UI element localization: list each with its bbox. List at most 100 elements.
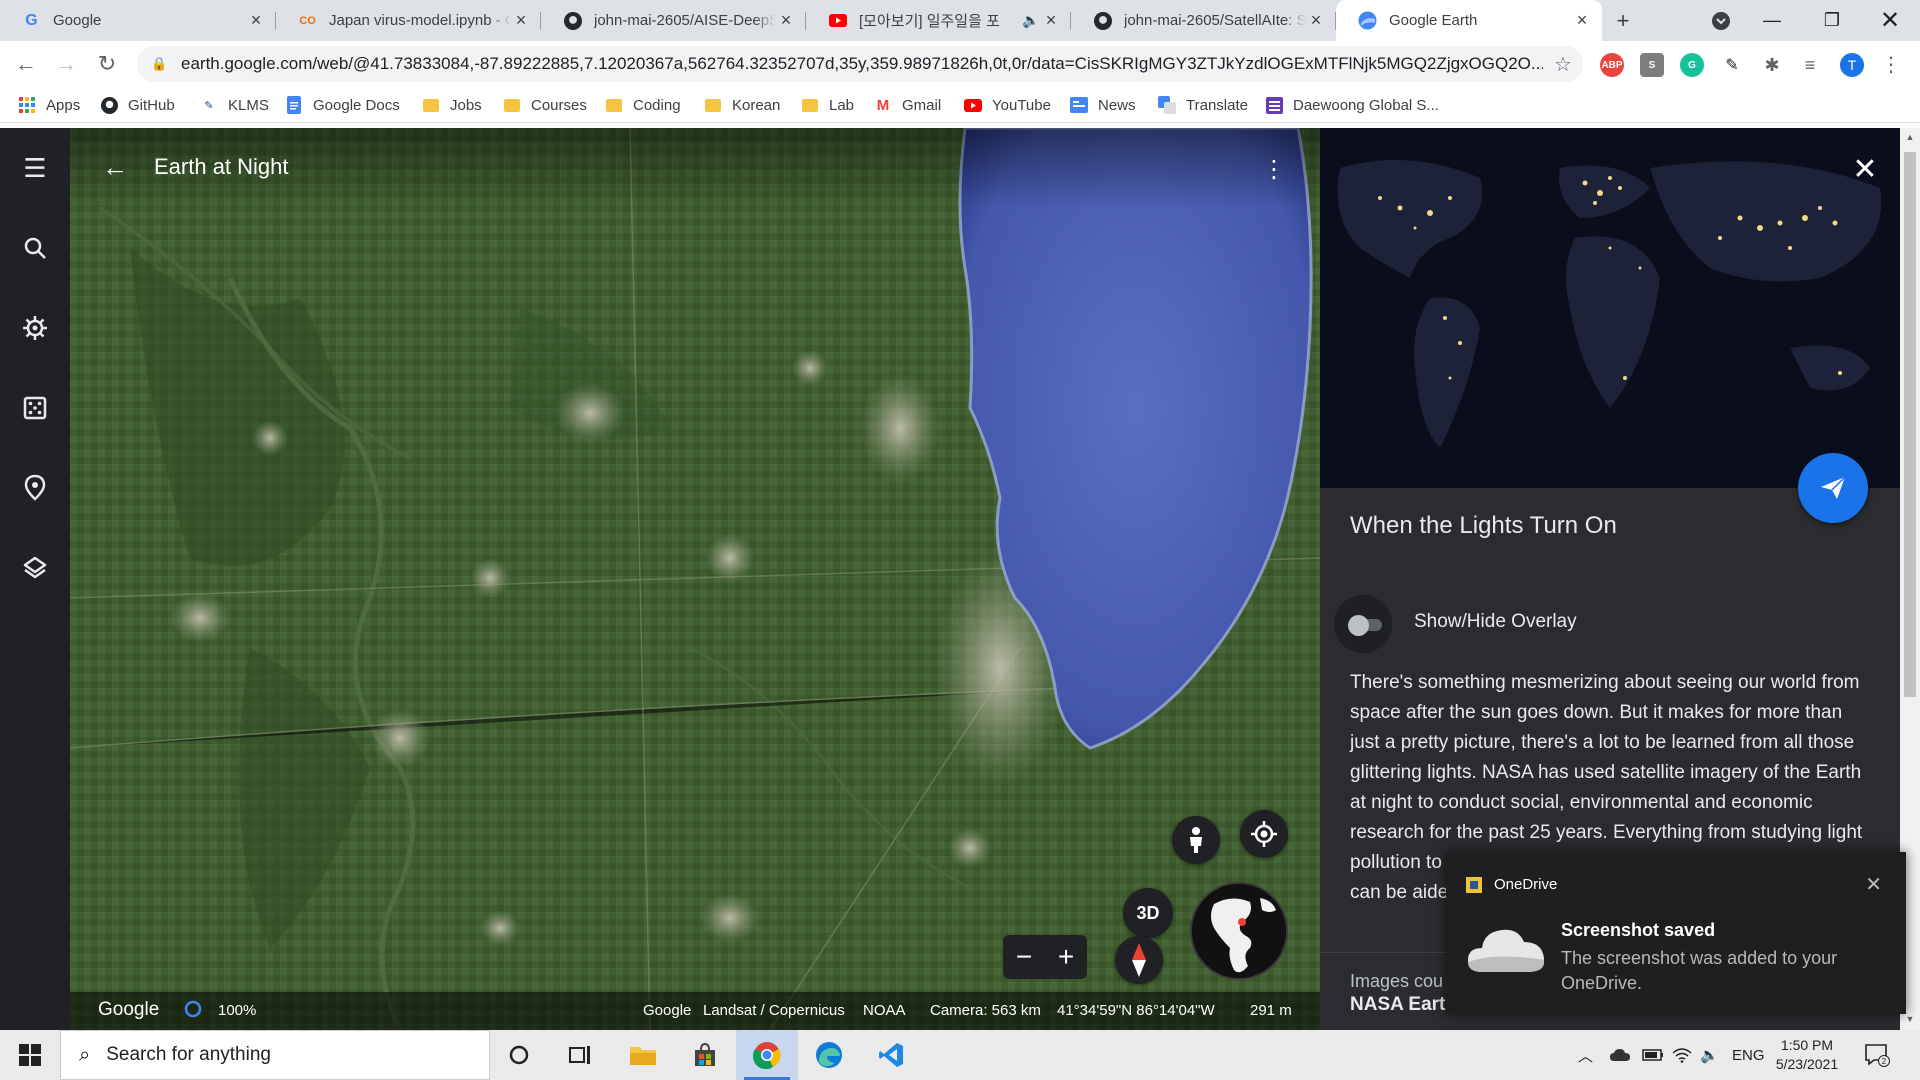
attribution-landsat[interactable]: Landsat / Copernicus [703, 1002, 845, 1019]
vscode-icon[interactable] [860, 1030, 922, 1080]
edge-icon[interactable] [798, 1030, 860, 1080]
projects-icon[interactable] [15, 468, 55, 508]
bookmark-translate[interactable]: Translate [1158, 87, 1248, 123]
tab-search-icon[interactable] [1708, 8, 1734, 34]
file-explorer-icon[interactable] [612, 1030, 674, 1080]
close-tab-icon[interactable]: × [511, 10, 531, 31]
tab-title: john-mai-2605/SatellAIte: S [1124, 12, 1306, 29]
cortana-icon[interactable] [488, 1030, 550, 1080]
new-tab-button[interactable]: + [1610, 8, 1636, 34]
bookmark-youtube[interactable]: YouTube [964, 87, 1051, 123]
mini-globe[interactable] [1190, 882, 1288, 980]
microsoft-store-icon[interactable] [674, 1030, 736, 1080]
address-bar[interactable]: 🔒 earth.google.com/web/@41.73833084,-87.… [137, 46, 1583, 82]
my-location-icon[interactable] [1240, 810, 1288, 858]
tab-google-earth[interactable]: Google Earth × [1336, 0, 1602, 41]
volume-icon[interactable]: 🔈 [1700, 1030, 1719, 1080]
back-arrow-icon[interactable]: ← [100, 152, 130, 182]
close-tab-icon[interactable]: × [246, 10, 266, 31]
extension-s-icon[interactable]: S [1640, 53, 1664, 77]
close-notification-icon[interactable]: ✕ [1865, 872, 1882, 897]
bookmark-klms[interactable]: ✎ KLMS [200, 87, 268, 123]
profile-avatar[interactable]: T [1840, 53, 1864, 77]
windows-start-icon[interactable] [0, 1030, 60, 1080]
adblock-plus-icon[interactable]: ABP [1600, 53, 1624, 77]
loading-ring-icon [184, 1000, 202, 1022]
search-icon[interactable] [15, 228, 55, 268]
scrollbar-thumb[interactable] [1904, 152, 1916, 697]
taskbar-search-box[interactable]: ⌕ Search for anything [60, 1030, 490, 1080]
tab-youtube[interactable]: [모아보기] 일주일을 포 🔈 × [806, 0, 1071, 41]
back-icon[interactable]: ← [11, 49, 41, 79]
battery-icon[interactable] [1642, 1030, 1664, 1080]
forward-icon[interactable]: → [51, 49, 81, 79]
bookmark-coding[interactable]: Coding [605, 87, 681, 123]
tab-github-satellaite[interactable]: john-mai-2605/SatellAIte: S × [1071, 0, 1336, 41]
close-tab-icon[interactable]: × [1306, 10, 1326, 31]
zoom-out-icon[interactable]: − [1016, 941, 1032, 973]
voyager-icon[interactable] [15, 308, 55, 348]
chrome-icon[interactable] [736, 1030, 798, 1080]
map-status-bar: Google 100% Google Landsat / Copernicus … [70, 992, 1320, 1030]
bookmark-github[interactable]: GitHub [100, 87, 175, 123]
audio-playing-icon[interactable]: 🔈 [1021, 11, 1041, 31]
bookmark-jobs[interactable]: Jobs [422, 87, 482, 123]
close-tab-icon[interactable]: × [1572, 10, 1592, 31]
scroll-up-icon[interactable]: ▲ [1903, 132, 1917, 142]
feeling-lucky-icon[interactable] [15, 388, 55, 428]
zoom-in-icon[interactable]: + [1058, 941, 1074, 973]
grammarly-icon[interactable]: G [1680, 53, 1704, 77]
browser-tab-strip: G Google × CO Japan virus-model.ipynb - … [0, 0, 1920, 41]
taskbar-clock[interactable]: 1:50 PM 5/23/2021 [1762, 1036, 1852, 1074]
restore-icon[interactable]: ❐ [1804, 0, 1860, 41]
google-translate-icon [1158, 96, 1176, 114]
bookmark-lab[interactable]: Lab [801, 87, 854, 123]
windows-taskbar: ⌕ Search for anything ︿ 🔈 ENG 1:50 PM 5/… [0, 1030, 1920, 1080]
tab-google[interactable]: G Google × [0, 0, 276, 41]
google-docs-icon [285, 96, 303, 114]
input-language[interactable]: ENG [1732, 1030, 1765, 1080]
reading-list-icon[interactable]: ≡ [1798, 53, 1822, 77]
onedrive-notification[interactable]: OneDrive ✕ Screenshot saved The screensh… [1446, 852, 1906, 1014]
more-options-icon[interactable]: ⋮ [1262, 154, 1286, 184]
bookmark-label: Apps [46, 96, 81, 114]
minimize-icon[interactable]: — [1744, 0, 1800, 41]
tab-colab[interactable]: CO Japan virus-model.ipynb - Colaborator… [276, 0, 541, 41]
bookmark-star-icon[interactable]: ☆ [1543, 52, 1583, 77]
bookmark-courses[interactable]: Courses [503, 87, 587, 123]
chrome-menu-icon[interactable]: ⋮ [1876, 49, 1906, 79]
task-view-icon[interactable] [550, 1030, 612, 1080]
overlay-toggle[interactable] [1334, 595, 1392, 653]
share-send-icon[interactable] [1798, 453, 1868, 523]
handwriting-icon[interactable]: ✎ [1720, 53, 1744, 77]
bookmark-daewoong[interactable]: Daewoong Global S... [1265, 87, 1439, 123]
bookmark-korean[interactable]: Korean [704, 87, 780, 123]
close-tab-icon[interactable]: × [1041, 10, 1061, 31]
compass-icon[interactable] [1115, 936, 1163, 984]
earth-sidebar: ☰ [0, 128, 70, 1030]
bookmark-news[interactable]: News [1070, 87, 1136, 123]
wifi-icon[interactable] [1672, 1030, 1692, 1080]
pegman-icon[interactable] [1172, 816, 1220, 864]
close-window-icon[interactable]: ✕ [1862, 0, 1918, 41]
bookmark-gmail[interactable]: M Gmail [874, 87, 941, 123]
extensions-puzzle-icon[interactable]: ✱ [1760, 53, 1784, 77]
show-hidden-icons[interactable]: ︿ [1578, 1030, 1593, 1080]
menu-icon[interactable]: ☰ [15, 148, 55, 188]
bookmark-apps[interactable]: Apps [18, 87, 80, 123]
onedrive-tray-icon[interactable] [1610, 1030, 1630, 1080]
lock-icon[interactable]: 🔒 [151, 56, 167, 72]
close-card-icon[interactable]: ✕ [1850, 153, 1880, 186]
bookmark-label: Gmail [902, 96, 942, 114]
overlay-toggle-label: Show/Hide Overlay [1414, 611, 1577, 632]
3d-toggle-button[interactable]: 3D [1123, 888, 1173, 938]
tab-github-aise[interactable]: john-mai-2605/AISE-DeepSpace × [541, 0, 806, 41]
bookmark-google-docs[interactable]: Google Docs [285, 87, 400, 123]
bookmark-label: Lab [829, 96, 855, 114]
reload-icon[interactable]: ↻ [92, 49, 122, 79]
map-style-icon[interactable] [15, 548, 55, 588]
clock-time: 1:50 PM [1780, 1037, 1834, 1053]
scroll-down-icon[interactable]: ▼ [1903, 1014, 1917, 1024]
action-center-icon[interactable]: 2 [1862, 1040, 1892, 1070]
close-tab-icon[interactable]: × [776, 10, 796, 31]
